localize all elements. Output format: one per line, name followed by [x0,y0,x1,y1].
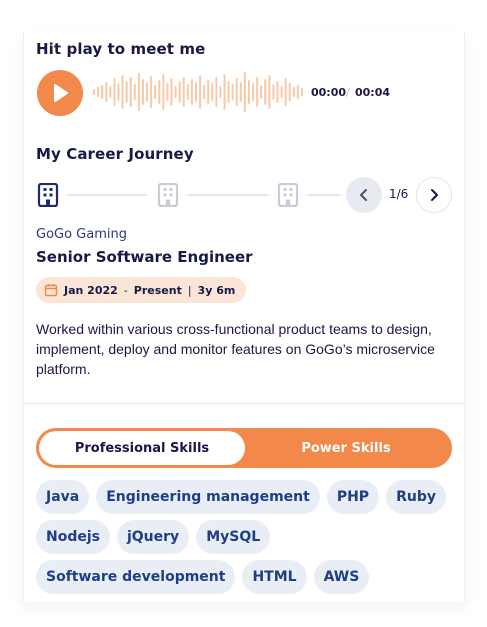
tab-power-skills[interactable]: Power Skills [243,431,449,465]
audio-duration: 00:04 [355,86,391,99]
waveform-bar [280,86,283,98]
waveform-bar [207,80,210,104]
waveform-bar [125,81,128,103]
skill-chip[interactable]: AWS [313,560,370,594]
next-button[interactable] [416,177,452,213]
skill-chip[interactable]: Ruby [386,480,446,514]
building-icon[interactable] [37,183,59,207]
waveform-bar [260,85,263,99]
skill-chip[interactable]: MySQL [196,520,271,554]
skill-chip[interactable]: Engineering management [96,480,320,514]
waveform-bar [162,74,165,110]
waveform-bar [256,77,259,107]
waveform-bar [178,81,181,103]
waveform-bar [170,78,173,106]
waveform-bar [182,77,185,107]
skills-row: Software development HTML AWS [36,560,456,594]
previous-button[interactable] [346,177,382,213]
waveform-bar [276,81,279,103]
career-title: My Career Journey [36,145,194,163]
waveform-bar [129,77,132,107]
waveform-bar [166,83,169,101]
waveform-bar [272,84,275,100]
date-end: Present [133,283,182,297]
audio-time-separator: / [346,86,350,99]
waveform-bar [93,89,96,95]
date-divider: | [187,283,192,297]
job-title: Senior Software Engineer [36,248,253,266]
chevron-right-icon [431,189,438,201]
career-pager: 1/6 [389,187,409,201]
waveform-bar [158,80,161,104]
waveform-bar [227,81,230,103]
waveform-bar [219,86,222,98]
waveform-bar [150,76,153,108]
play-icon [54,84,68,102]
waveform-bar [113,78,116,106]
building-icon[interactable] [157,183,179,207]
date-dash: - [123,283,128,297]
waveform-bar [252,83,255,101]
chevron-left-icon [360,189,367,201]
building-icon[interactable] [277,183,299,207]
skill-chip[interactable]: Software development [36,560,236,594]
waveform-bar [239,82,242,102]
skills-row: Nodejs jQuery MySQL [36,520,456,554]
waveform-bar [203,85,206,99]
calendar-icon [44,284,58,297]
skills-list: Java Engineering management PHP Ruby Nod… [36,480,456,600]
waveform-bar [268,75,271,109]
skills-row: Java Engineering management PHP Ruby [36,480,456,514]
timeline-connector [308,194,340,196]
waveform-bar [292,87,295,97]
tab-professional-skills[interactable]: Professional Skills [39,431,245,465]
waveform-bar [174,86,177,98]
waveform-bar [154,85,157,99]
company-name: GoGo Gaming [36,227,127,242]
skill-chip[interactable]: Nodejs [36,520,110,554]
waveform-bar [101,85,104,99]
section-divider [24,403,464,404]
waveform-bar [215,77,218,107]
waveform-bar [211,83,214,101]
waveform-bar [284,78,287,106]
employment-period-badge: Jan 2022 - Present | 3y 6m [36,277,247,303]
waveform-bar [190,79,193,105]
timeline-connector [188,194,268,196]
date-start: Jan 2022 [64,283,118,297]
waveform-bar [288,83,291,101]
waveform-bar [121,75,124,109]
waveform-bar [264,79,267,105]
waveform-bar [117,83,120,101]
waveform-bar [223,74,226,110]
employment-duration: 3y 6m [197,283,236,297]
audio-title: Hit play to meet me [36,40,206,58]
skills-tab-switch: Professional Skills Power Skills [36,428,452,468]
waveform-bar [199,75,202,109]
waveform-bar [137,73,140,111]
waveform-bar [186,84,189,100]
waveform-bar [133,84,136,100]
job-description: Worked within various cross-functional p… [36,321,435,377]
waveform-bar [141,79,144,105]
skill-chip[interactable]: Java [36,480,90,514]
waveform-bar [247,80,250,104]
waveform-bar [231,84,234,100]
play-button[interactable] [37,70,83,116]
waveform-bar [243,72,246,112]
waveform-bar [296,85,299,99]
skill-chip[interactable]: jQuery [116,520,190,554]
timeline-connector [67,194,147,196]
waveform-bar [109,86,112,98]
waveform-bar [105,82,108,102]
waveform-bar [146,82,149,102]
waveform-bar [194,82,197,102]
skill-chip[interactable]: PHP [326,480,380,514]
waveform-bar [97,87,100,97]
waveform-bar [235,78,238,106]
waveform-bar [300,88,303,96]
skill-chip[interactable]: HTML [242,560,307,594]
audio-waveform[interactable] [92,68,304,116]
audio-current-time: 00:00 [311,86,347,99]
